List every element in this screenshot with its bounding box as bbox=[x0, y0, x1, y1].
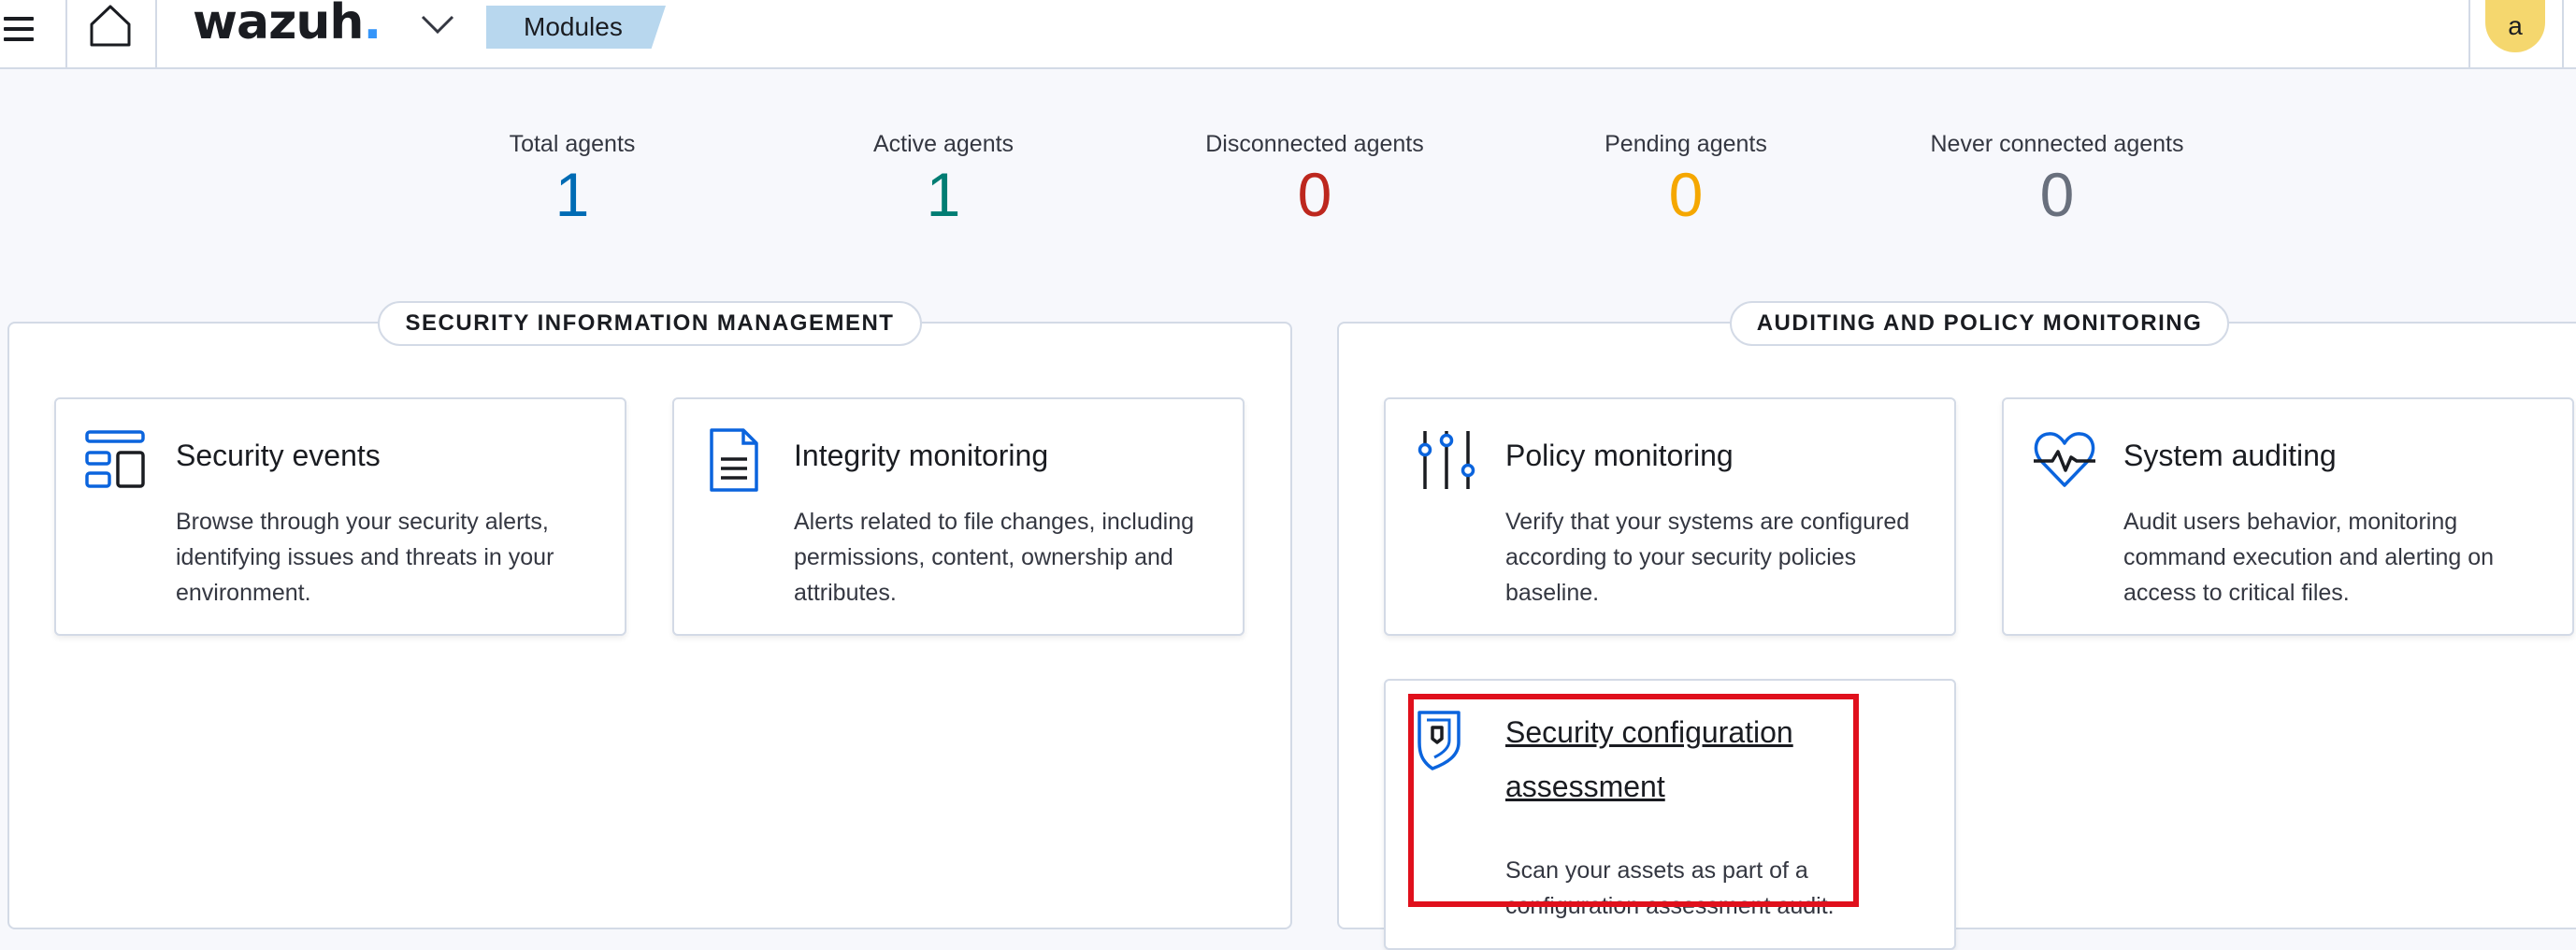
card-title-link[interactable]: Security configuration assessment bbox=[1505, 705, 1936, 813]
stat-value[interactable]: 0 bbox=[1128, 164, 1502, 225]
card-integrity-monitoring[interactable]: Integrity monitoring Alerts related to f… bbox=[672, 397, 1245, 636]
stat-label: Never connected agents bbox=[1930, 131, 2184, 157]
stat-value[interactable]: 1 bbox=[756, 164, 1130, 225]
logo-dot: . bbox=[363, 0, 381, 50]
stat-never-connected-agents[interactable]: Never connected agents 0 bbox=[1870, 131, 2244, 225]
card-policy-monitoring[interactable]: Policy monitoring Verify that your syste… bbox=[1384, 397, 1956, 636]
chevron-down-icon[interactable] bbox=[419, 9, 456, 37]
header-divider bbox=[65, 0, 67, 67]
card-description: Browse through your security alerts, ide… bbox=[176, 509, 554, 606]
stat-active-agents[interactable]: Active agents 1 bbox=[756, 131, 1130, 225]
card-title: Integrity monitoring bbox=[794, 439, 1049, 472]
card-system-auditing[interactable]: System auditing Audit users behavior, mo… bbox=[2002, 397, 2574, 636]
menu-icon[interactable] bbox=[4, 9, 43, 49]
card-title: System auditing bbox=[2123, 439, 2337, 472]
home-icon[interactable] bbox=[86, 2, 135, 50]
section-title: SECURITY INFORMATION MANAGEMENT bbox=[378, 301, 922, 346]
stat-pending-agents[interactable]: Pending agents 0 bbox=[1499, 131, 1873, 225]
dashboard-layout-icon bbox=[85, 430, 145, 488]
document-icon bbox=[710, 428, 758, 492]
stat-label: Pending agents bbox=[1605, 131, 1767, 157]
section-title: AUDITING AND POLICY MONITORING bbox=[1730, 301, 2229, 346]
card-security-configuration-assessment[interactable]: Security configuration assessment Scan y… bbox=[1384, 679, 1956, 950]
card-title: Policy monitoring bbox=[1505, 439, 1734, 472]
sliders-icon bbox=[1418, 431, 1475, 489]
heart-pulse-icon bbox=[2034, 432, 2095, 487]
card-description: Audit users behavior, monitoring command… bbox=[2123, 509, 2495, 606]
header-divider bbox=[2562, 0, 2564, 67]
stat-label: Total agents bbox=[509, 131, 636, 157]
header-divider bbox=[2468, 0, 2470, 67]
shield-icon bbox=[1418, 711, 1461, 770]
breadcrumb-modules[interactable]: Modules bbox=[486, 6, 666, 49]
wazuh-logo[interactable]: wazuh. bbox=[193, 0, 381, 50]
user-avatar[interactable]: a bbox=[2485, 0, 2545, 52]
stat-value[interactable]: 1 bbox=[385, 164, 759, 225]
stat-disconnected-agents[interactable]: Disconnected agents 0 bbox=[1128, 131, 1502, 225]
logo-text: wazuh bbox=[193, 0, 364, 50]
card-security-events[interactable]: Security events Browse through your secu… bbox=[54, 397, 626, 636]
card-description: Verify that your systems are configured … bbox=[1505, 509, 1910, 606]
header-divider bbox=[155, 0, 157, 67]
stat-label: Disconnected agents bbox=[1205, 131, 1424, 157]
stat-total-agents[interactable]: Total agents 1 bbox=[385, 131, 759, 225]
card-description: Alerts related to file changes, includin… bbox=[794, 509, 1195, 606]
top-header: wazuh. Modules a bbox=[0, 0, 2576, 69]
stat-value[interactable]: 0 bbox=[1499, 164, 1873, 225]
card-title: Security events bbox=[176, 439, 381, 472]
card-description: Scan your assets as part of a configurat… bbox=[1505, 857, 1835, 919]
stat-label: Active agents bbox=[872, 131, 1015, 157]
stat-value[interactable]: 0 bbox=[1870, 164, 2244, 225]
